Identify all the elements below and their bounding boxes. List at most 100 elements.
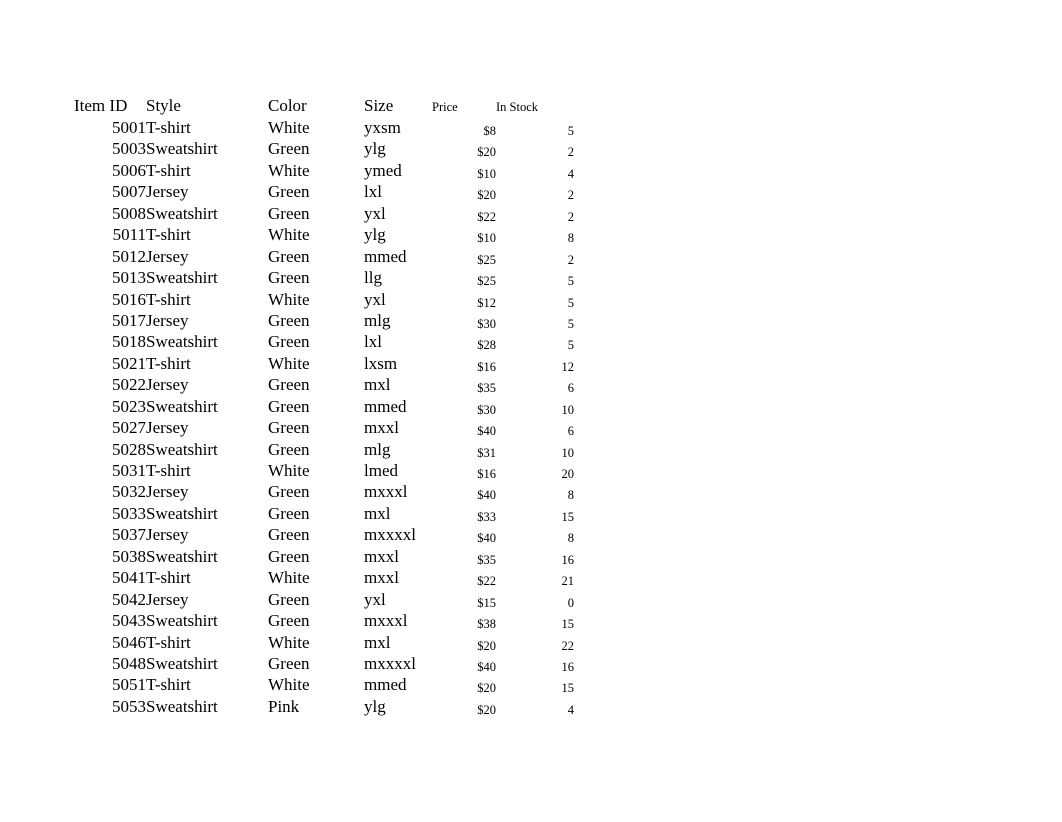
cell-size[interactable]: mxxxxl bbox=[364, 654, 432, 675]
cell-color[interactable]: Green bbox=[268, 139, 364, 160]
cell-color[interactable]: White bbox=[268, 161, 364, 182]
cell-size[interactable]: lxl bbox=[364, 182, 432, 203]
cell-in-stock[interactable]: 15 bbox=[496, 506, 575, 527]
cell-in-stock[interactable]: 0 bbox=[496, 592, 574, 613]
cell-size[interactable]: mxxl bbox=[364, 568, 432, 589]
cell-price[interactable]: $30 bbox=[432, 399, 496, 420]
cell-in-stock[interactable]: 20 bbox=[496, 463, 575, 484]
cell-item-id[interactable]: 5031 bbox=[74, 461, 146, 482]
cell-color[interactable]: Green bbox=[268, 547, 364, 568]
cell-color[interactable]: Green bbox=[268, 268, 364, 289]
cell-color[interactable]: Green bbox=[268, 654, 364, 675]
cell-in-stock[interactable]: 8 bbox=[496, 484, 574, 505]
cell-price[interactable]: $22 bbox=[432, 570, 496, 591]
cell-in-stock[interactable]: 10 bbox=[496, 442, 575, 463]
cell-in-stock[interactable]: 5 bbox=[496, 120, 574, 141]
cell-item-id[interactable]: 5042 bbox=[74, 590, 146, 611]
cell-size[interactable]: lmed bbox=[364, 461, 432, 482]
cell-price[interactable]: $25 bbox=[432, 270, 496, 291]
cell-item-id[interactable]: 5003 bbox=[74, 139, 146, 160]
table-row[interactable]: 5003 Sweatshirt Green ylg $20 2 bbox=[74, 139, 574, 160]
cell-in-stock[interactable]: 5 bbox=[496, 334, 574, 355]
cell-size[interactable]: ylg bbox=[364, 697, 432, 718]
cell-style[interactable]: Jersey bbox=[146, 482, 268, 503]
cell-price[interactable]: $8 bbox=[432, 120, 497, 141]
cell-color[interactable]: Green bbox=[268, 482, 364, 503]
cell-color[interactable]: Green bbox=[268, 504, 364, 525]
cell-style[interactable]: Jersey bbox=[146, 247, 268, 268]
cell-item-id[interactable]: 5006 bbox=[74, 161, 146, 182]
cell-item-id[interactable]: 5033 bbox=[74, 504, 146, 525]
cell-size[interactable]: lxsm bbox=[364, 354, 432, 375]
cell-price[interactable]: $20 bbox=[432, 635, 496, 656]
cell-price[interactable]: $16 bbox=[432, 356, 496, 377]
table-row[interactable]: 5027 Jersey Green mxxl $40 6 bbox=[74, 418, 574, 439]
column-header-size[interactable]: Size bbox=[364, 96, 432, 118]
cell-price[interactable]: $40 bbox=[432, 484, 496, 505]
cell-size[interactable]: mxl bbox=[364, 375, 432, 396]
cell-item-id[interactable]: 5053 bbox=[74, 697, 146, 718]
cell-style[interactable]: Sweatshirt bbox=[146, 332, 268, 353]
cell-style[interactable]: T-shirt bbox=[146, 161, 268, 182]
cell-style[interactable]: Sweatshirt bbox=[146, 268, 268, 289]
cell-price[interactable]: $20 bbox=[432, 184, 496, 205]
cell-style[interactable]: T-shirt bbox=[146, 675, 268, 696]
cell-price[interactable]: $20 bbox=[432, 141, 496, 162]
table-row[interactable]: 5013 Sweatshirt Green llg $25 5 bbox=[74, 268, 574, 289]
cell-price[interactable]: $31 bbox=[432, 442, 496, 463]
cell-price[interactable]: $40 bbox=[432, 656, 496, 677]
table-row[interactable]: 5023 Sweatshirt Green mmed $30 10 bbox=[74, 397, 574, 418]
cell-size[interactable]: ylg bbox=[364, 225, 432, 246]
table-row[interactable]: 5038 Sweatshirt Green mxxl $35 16 bbox=[74, 547, 574, 568]
cell-price[interactable]: $25 bbox=[432, 249, 496, 270]
table-row[interactable]: 5021 T-shirt White lxsm $16 12 bbox=[74, 354, 574, 375]
cell-size[interactable]: mxxxxl bbox=[364, 525, 432, 546]
cell-price[interactable]: $35 bbox=[432, 377, 496, 398]
table-row[interactable]: 5006 T-shirt White ymed $10 4 bbox=[74, 161, 574, 182]
cell-size[interactable]: ylg bbox=[364, 139, 432, 160]
cell-size[interactable]: mmed bbox=[364, 247, 432, 268]
cell-style[interactable]: Jersey bbox=[146, 182, 268, 203]
cell-style[interactable]: Sweatshirt bbox=[146, 397, 268, 418]
table-row[interactable]: 5033 Sweatshirt Green mxl $33 15 bbox=[74, 504, 574, 525]
cell-color[interactable]: Green bbox=[268, 397, 364, 418]
column-header-color[interactable]: Color bbox=[268, 96, 364, 118]
cell-item-id[interactable]: 5041 bbox=[74, 568, 146, 589]
table-row[interactable]: 5001 T-shirt White yxsm $8 5 bbox=[74, 118, 574, 139]
cell-in-stock[interactable]: 21 bbox=[496, 570, 575, 591]
cell-size[interactable]: mxxxl bbox=[364, 482, 432, 503]
table-row[interactable]: 5031 T-shirt White lmed $16 20 bbox=[74, 461, 574, 482]
cell-size[interactable]: mxl bbox=[364, 633, 432, 654]
cell-price[interactable]: $12 bbox=[432, 292, 496, 313]
cell-color[interactable]: White bbox=[268, 354, 364, 375]
cell-size[interactable]: mmed bbox=[364, 675, 432, 696]
cell-price[interactable]: $40 bbox=[432, 527, 496, 548]
table-row[interactable]: 5032 Jersey Green mxxxl $40 8 bbox=[74, 482, 574, 503]
table-row[interactable]: 5053 Sweatshirt Pink ylg $20 4 bbox=[74, 697, 574, 718]
table-row[interactable]: 5017 Jersey Green mlg $30 5 bbox=[74, 311, 574, 332]
cell-style[interactable]: Sweatshirt bbox=[146, 440, 268, 461]
cell-item-id[interactable]: 5038 bbox=[74, 547, 146, 568]
cell-color[interactable]: Pink bbox=[268, 697, 364, 718]
cell-color[interactable]: White bbox=[268, 290, 364, 311]
cell-size[interactable]: mxxxl bbox=[364, 611, 432, 632]
table-row[interactable]: 5018 Sweatshirt Green lxl $28 5 bbox=[74, 332, 574, 353]
cell-in-stock[interactable]: 12 bbox=[496, 356, 575, 377]
cell-item-id[interactable]: 5028 bbox=[74, 440, 146, 461]
cell-size[interactable]: yxl bbox=[364, 204, 432, 225]
cell-color[interactable]: White bbox=[268, 225, 364, 246]
cell-price[interactable]: $15 bbox=[432, 592, 496, 613]
column-header-style[interactable]: Style bbox=[146, 96, 268, 118]
cell-color[interactable]: Green bbox=[268, 375, 364, 396]
cell-item-id[interactable]: 5037 bbox=[74, 525, 146, 546]
cell-item-id[interactable]: 5022 bbox=[74, 375, 146, 396]
cell-size[interactable]: mlg bbox=[364, 311, 432, 332]
cell-price[interactable]: $20 bbox=[432, 699, 496, 720]
cell-color[interactable]: Green bbox=[268, 525, 364, 546]
cell-item-id[interactable]: 5001 bbox=[74, 118, 146, 139]
cell-in-stock[interactable]: 2 bbox=[496, 141, 574, 162]
cell-in-stock[interactable]: 5 bbox=[496, 313, 574, 334]
cell-item-id[interactable]: 5032 bbox=[74, 482, 146, 503]
cell-style[interactable]: Jersey bbox=[146, 418, 268, 439]
cell-style[interactable]: Sweatshirt bbox=[146, 697, 268, 718]
